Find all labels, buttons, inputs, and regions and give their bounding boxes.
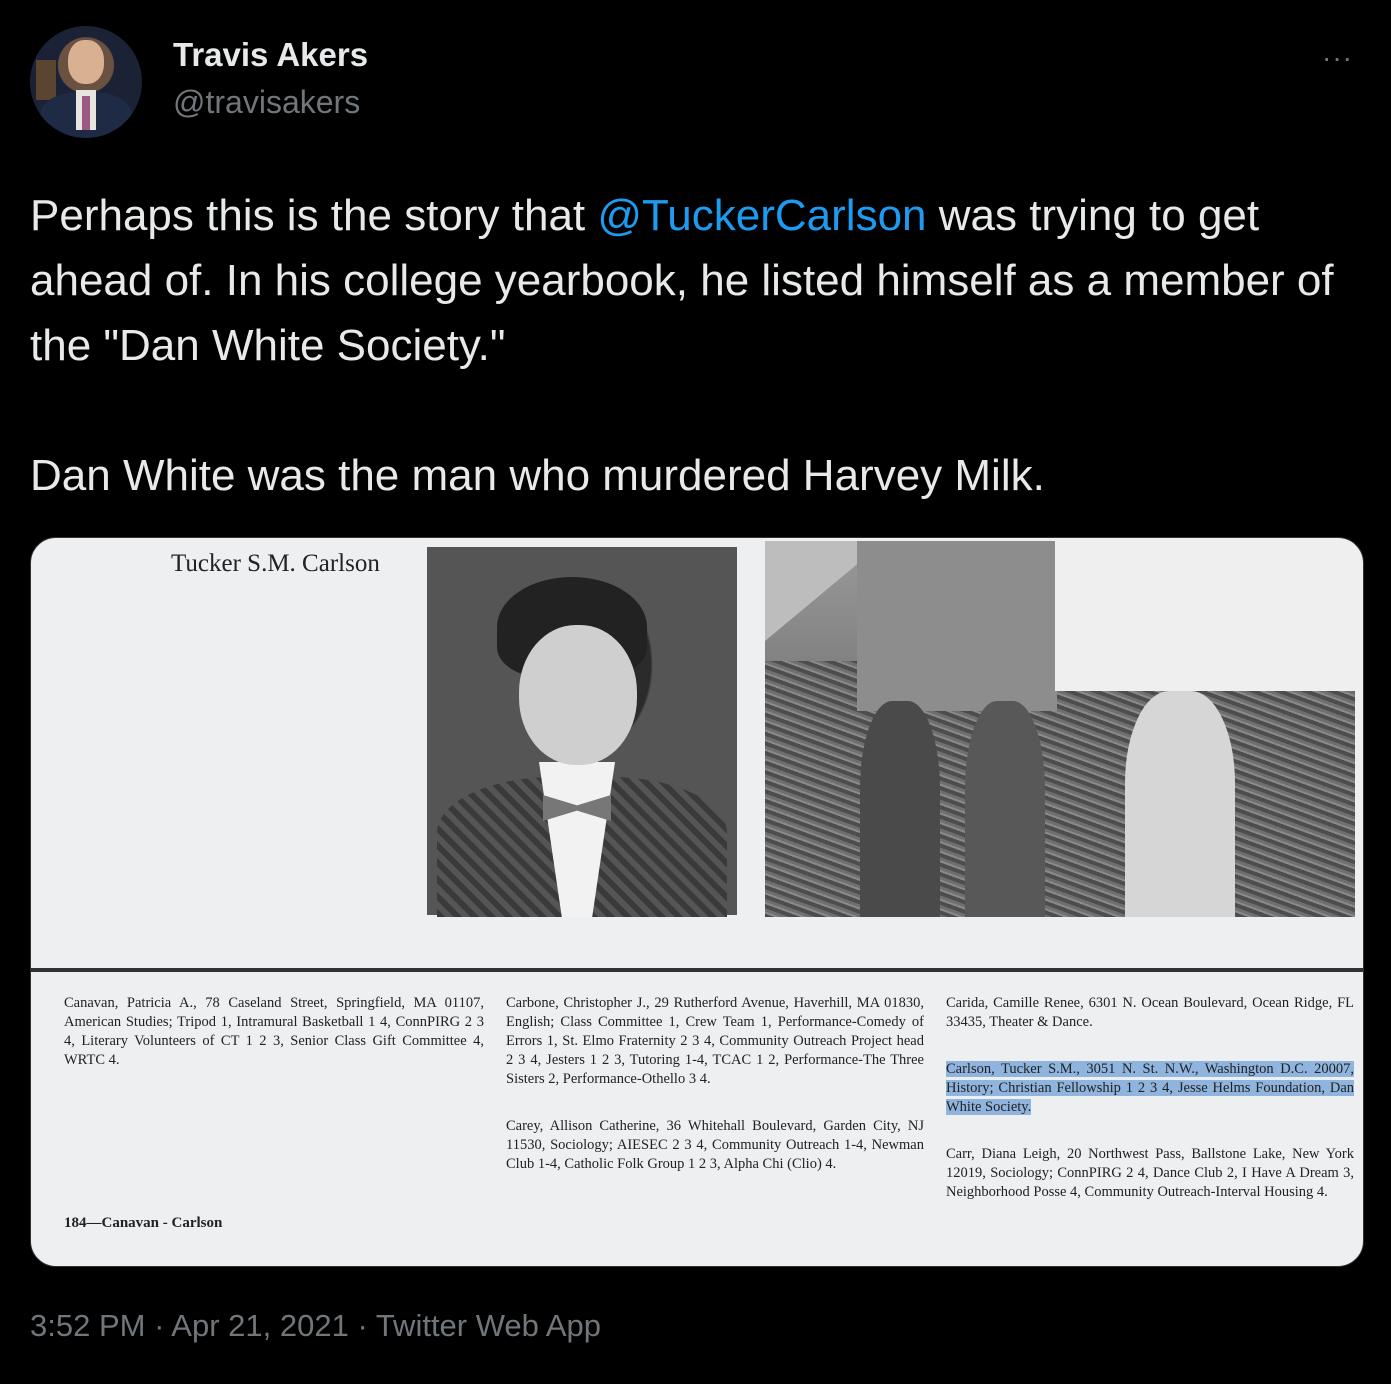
tweet-text-before-mention: Perhaps this is the story that [30,191,598,240]
avatar-background-frame [36,60,56,100]
meta-separator: · [348,1308,376,1343]
yearbook-column-3: Carida, Camille Renee, 6301 N. Ocean Bou… [946,994,1354,1230]
avatar-face [68,40,104,84]
portrait-head [519,625,637,765]
mention-link[interactable]: @TuckerCarlson [597,191,926,240]
avatar-tie [82,96,90,130]
author-name[interactable]: Travis Akers [173,36,368,74]
tweet-media-image[interactable]: Tucker S.M. Carlson Canavan, Patricia A.… [30,537,1364,1267]
tweet-text: Perhaps this is the story that @TuckerCa… [30,183,1360,508]
yearbook-column-2: Carbone, Christopher J., 29 Rutherford A… [506,994,924,1202]
tweet-metadata: 3:52 PM · Apr 21, 2021 · Twitter Web App [30,1308,601,1344]
photo-leg-left [860,701,940,917]
yearbook-entry: Carr, Diana Leigh, 20 Northwest Pass, Ba… [946,1146,1354,1200]
yearbook-entry: Carida, Camille Renee, 6301 N. Ocean Bou… [946,995,1354,1030]
photo-ground [765,661,1355,917]
photo-leg-right [965,701,1045,917]
author-avatar[interactable] [30,26,142,138]
highlighted-text: Carlson, Tucker S.M., 3051 N. St. N.W., … [946,1061,1354,1115]
yearbook-divider [31,968,1363,972]
yearbook-entry-highlighted: Carlson, Tucker S.M., 3051 N. St. N.W., … [946,1060,1354,1117]
author-handle[interactable]: @travisakers [173,84,360,121]
tweet-source[interactable]: Twitter Web App [376,1308,601,1343]
yearbook-column-1: Canavan, Patricia A., 78 Caseland Street… [64,994,484,1098]
tweet-date[interactable]: Apr 21, 2021 [171,1308,349,1343]
meta-separator: · [145,1308,172,1343]
tweet-time[interactable]: 3:52 PM [30,1308,145,1343]
tweet-paragraph-2: Dan White was the man who murdered Harve… [30,451,1045,500]
yearbook-portrait-photo [427,547,737,917]
yearbook-page-caption: 184—Canavan - Carlson [64,1215,223,1231]
photo-skirt [1055,541,1355,691]
yearbook-entry: Canavan, Patricia A., 78 Caseland Street… [64,995,484,1068]
photo-shorts [857,541,1057,711]
yearbook-legs-photo [765,541,1355,917]
yearbook-entry: Carbone, Christopher J., 29 Rutherford A… [506,995,924,1087]
tweet-paragraph-1: Perhaps this is the story that @TuckerCa… [30,183,1360,378]
yearbook-entry: Carey, Allison Catherine, 36 Whitehall B… [506,1118,924,1172]
photo-leg-third [1125,691,1235,917]
yearbook-name-caption: Tucker S.M. Carlson [171,550,380,577]
ellipsis-icon[interactable]: ··· [1322,42,1353,74]
